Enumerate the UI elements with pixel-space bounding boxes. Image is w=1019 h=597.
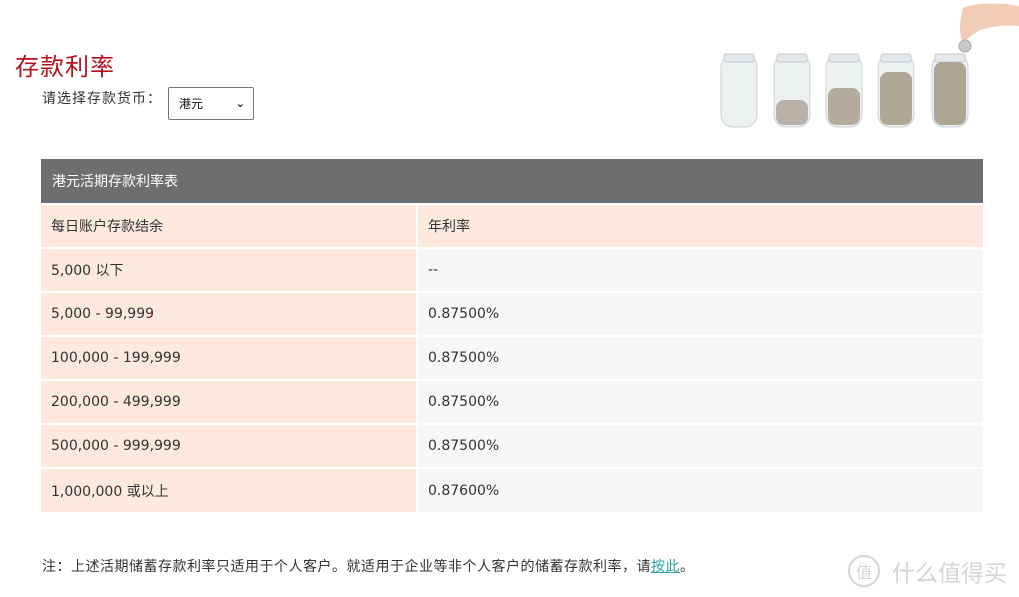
rate-table: 港元活期存款利率表 每日账户存款结余 年利率 5,000 以下 -- 5,000… <box>41 159 983 512</box>
balance-cell: 500,000 - 999,999 <box>41 423 418 468</box>
rate-cell: -- <box>417 247 983 292</box>
rate-cell: 0.87600% <box>417 467 983 512</box>
column-header-row: 每日账户存款结余 年利率 <box>41 203 983 248</box>
column-header-rate: 年利率 <box>417 203 983 248</box>
balance-cell: 100,000 - 199,999 <box>41 335 418 380</box>
page-title: 存款利率 <box>15 53 115 81</box>
watermark-badge-icon: 值 <box>848 555 880 587</box>
click-here-link[interactable]: 按此 <box>651 559 680 575</box>
jar-3-icon <box>825 53 863 128</box>
rate-cell: 0.87500% <box>417 291 983 336</box>
table-row: 100,000 - 199,999 0.87500% <box>41 335 983 380</box>
currency-select[interactable]: 港元 ⌄ <box>168 87 254 120</box>
jar-2-icon <box>773 53 811 128</box>
watermark: 值 什么值得买 <box>848 554 1007 588</box>
footnote-text: 注：上述活期储蓄存款利率只适用于个人客户。就适用于企业等非个人客户的储蓄存款利率… <box>42 559 651 575</box>
jar-4-icon <box>877 53 915 128</box>
currency-selector-row: 请选择存款货币： 港元 ⌄ <box>42 87 254 120</box>
table-row: 200,000 - 499,999 0.87500% <box>41 379 983 424</box>
balance-cell: 5,000 - 99,999 <box>41 291 418 336</box>
hand-icon <box>958 3 1019 53</box>
jar-1-icon <box>720 53 758 128</box>
footnote-end: 。 <box>680 559 695 575</box>
rate-cell: 0.87500% <box>417 335 983 380</box>
currency-label: 请选择存款货币： <box>42 90 162 107</box>
balance-cell: 200,000 - 499,999 <box>41 379 418 424</box>
jar-5-icon <box>931 53 969 128</box>
rate-cell: 0.87500% <box>417 423 983 468</box>
table-title: 港元活期存款利率表 <box>41 159 983 204</box>
column-header-balance: 每日账户存款结余 <box>41 203 418 248</box>
rate-cell: 0.87500% <box>417 379 983 424</box>
coin-jars-image <box>720 3 1019 128</box>
watermark-text: 什么值得买 <box>892 561 1007 587</box>
currency-selected-value: 港元 <box>179 97 204 111</box>
footnote: 注：上述活期储蓄存款利率只适用于个人客户。就适用于企业等非个人客户的储蓄存款利率… <box>42 556 695 576</box>
table-row: 500,000 - 999,999 0.87500% <box>41 423 983 468</box>
balance-cell: 1,000,000 或以上 <box>41 467 418 512</box>
table-title-row: 港元活期存款利率表 <box>41 159 983 204</box>
table-row: 1,000,000 或以上 0.87600% <box>41 467 983 512</box>
balance-cell: 5,000 以下 <box>41 247 418 292</box>
chevron-down-icon: ⌄ <box>235 97 245 110</box>
table-row: 5,000 - 99,999 0.87500% <box>41 291 983 336</box>
table-row: 5,000 以下 -- <box>41 247 983 292</box>
